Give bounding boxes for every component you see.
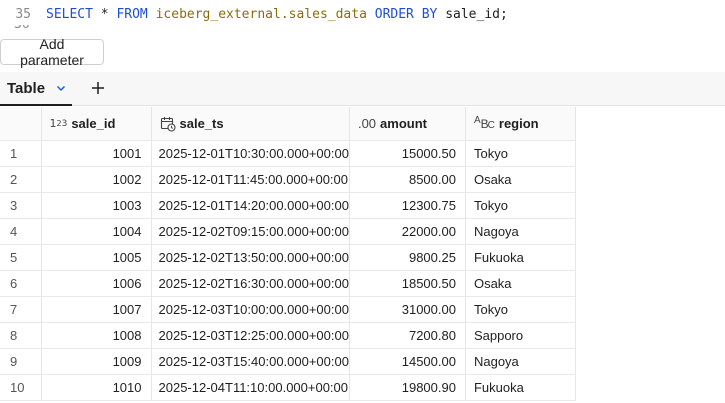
table-row[interactable]: 3 1003 2025-12-01T14:20:00.000+00:00 12300.… [0,192,576,219]
next-line-number-clipped: 36 [14,25,30,33]
cell-amount[interactable]: 14500.00 [349,348,466,375]
table-row[interactable]: 9 1009 2025-12-03T15:40:00.000+00:00 14500.… [0,348,576,375]
select-star: * [92,6,117,22]
cell-amount[interactable]: 8500.00 [349,166,466,193]
plus-icon[interactable] [88,78,108,98]
cell-region[interactable]: Sapporo [465,322,576,349]
column-header-label: amount [380,116,427,131]
row-index: 9 [0,348,42,375]
table-header-row: 123 sale_id sale_ts .00 amount A B C reg… [0,107,576,141]
row-index: 7 [0,296,42,323]
cell-sale-ts[interactable]: 2025-12-03T10:00:00.000+00:00 [151,296,350,323]
cell-sale-ts[interactable]: 2025-12-01T10:30:00.000+00:00 [151,140,350,167]
timestamp-type-icon [160,116,176,132]
row-index-header [0,107,42,141]
keyword-order-by: ORDER BY [374,6,438,22]
column-header-sale-ts[interactable]: sale_ts [151,107,350,141]
table-reference: iceberg_external.sales_data [147,6,375,22]
row-index: 8 [0,322,42,349]
order-column: sale_id; [437,6,508,22]
column-header-amount[interactable]: .00 amount [349,107,466,141]
results-tab-bar: Table [0,72,725,106]
cell-sale-id[interactable]: 1005 [41,244,152,271]
keyword-from: FROM [116,6,148,22]
line-number: 35 [15,6,31,22]
cell-region[interactable]: Nagoya [465,218,576,245]
row-index: 1 [0,140,42,167]
cell-region[interactable]: Fukuoka [465,244,576,271]
cell-sale-ts[interactable]: 2025-12-02T09:15:00.000+00:00 [151,218,350,245]
cell-region[interactable]: Fukuoka [465,374,576,401]
cell-sale-id[interactable]: 1007 [41,296,152,323]
cell-amount[interactable]: 22000.00 [349,218,466,245]
table-row[interactable]: 7 1007 2025-12-03T10:00:00.000+00:00 31000.… [0,296,576,323]
table-row[interactable]: 1 1001 2025-12-01T10:30:00.000+00:00 15000.… [0,140,576,167]
cell-sale-id[interactable]: 1009 [41,348,152,375]
keyword-select: SELECT [46,6,93,22]
cell-region[interactable]: Tokyo [465,296,576,323]
cell-amount[interactable]: 7200.80 [349,322,466,349]
cell-sale-ts[interactable]: 2025-12-02T13:50:00.000+00:00 [151,244,350,271]
results-table: 123 sale_id sale_ts .00 amount A B C reg… [0,107,576,401]
chevron-down-icon[interactable] [55,82,67,94]
row-index: 4 [0,218,42,245]
cell-sale-id[interactable]: 1001 [41,140,152,167]
column-header-sale-id[interactable]: 123 sale_id [41,107,152,141]
cell-sale-id[interactable]: 1003 [41,192,152,219]
cell-sale-id[interactable]: 1010 [41,374,152,401]
row-index: 2 [0,166,42,193]
table-row[interactable]: 4 1004 2025-12-02T09:15:00.000+00:00 22000.… [0,218,576,245]
row-index: 6 [0,270,42,297]
cell-region[interactable]: Tokyo [465,192,576,219]
cell-region[interactable]: Nagoya [465,348,576,375]
cell-amount[interactable]: 9800.25 [349,244,466,271]
cell-amount[interactable]: 15000.50 [349,140,466,167]
column-header-label: sale_id [71,116,116,131]
cell-amount[interactable]: 12300.75 [349,192,466,219]
integer-type-icon: 123 [49,117,68,130]
cell-sale-id[interactable]: 1002 [41,166,152,193]
row-index: 10 [0,374,42,401]
row-index: 5 [0,244,42,271]
column-header-label: region [498,116,539,131]
next-line-number: 36 [14,25,30,32]
cell-amount[interactable]: 19800.90 [349,374,466,401]
cell-sale-ts[interactable]: 2025-12-02T16:30:00.000+00:00 [151,270,350,297]
cell-sale-ts[interactable]: 2025-12-03T15:40:00.000+00:00 [151,348,350,375]
cell-region[interactable]: Osaka [465,270,576,297]
cell-sale-ts[interactable]: 2025-12-04T11:10:00.000+00:00 [151,374,350,401]
table-row[interactable]: 6 1006 2025-12-02T16:30:00.000+00:00 18500.… [0,270,576,297]
table-row[interactable]: 10 1010 2025-12-04T11:10:00.000+00:00 19800… [0,374,576,401]
table-row[interactable]: 2 1002 2025-12-01T11:45:00.000+00:00 8500.0… [0,166,576,193]
table-row[interactable]: 8 1008 2025-12-03T12:25:00.000+00:00 7200.8… [0,322,576,349]
cell-region[interactable]: Osaka [465,166,576,193]
row-index: 3 [0,192,42,219]
column-header-region[interactable]: ABC region [465,107,576,141]
cell-region[interactable]: Tokyo [465,140,576,167]
table-row[interactable]: 5 1005 2025-12-02T13:50:00.000+00:00 9800.2… [0,244,576,271]
string-type-icon: ABC [473,115,495,131]
cell-amount[interactable]: 18500.50 [349,270,466,297]
cell-sale-id[interactable]: 1004 [41,218,152,245]
add-parameter-button[interactable]: Add parameter [0,36,104,68]
code-line-35[interactable]: 35 SELECT * FROM iceberg_external.sales_… [0,4,508,24]
cell-sale-id[interactable]: 1008 [41,322,152,349]
cell-sale-ts[interactable]: 2025-12-03T12:25:00.000+00:00 [151,322,350,349]
cell-sale-ts[interactable]: 2025-12-01T11:45:00.000+00:00 [151,166,350,193]
cell-amount[interactable]: 31000.00 [349,296,466,323]
decimal-type-icon: .00 [357,116,377,131]
tab-table[interactable]: Table [0,72,72,106]
column-header-label: sale_ts [179,116,224,131]
tab-table-label: Table [7,79,46,97]
sql-editor[interactable]: 35 SELECT * FROM iceberg_external.sales_… [0,0,725,36]
cell-sale-ts[interactable]: 2025-12-01T14:20:00.000+00:00 [151,192,350,219]
cell-sale-id[interactable]: 1006 [41,270,152,297]
